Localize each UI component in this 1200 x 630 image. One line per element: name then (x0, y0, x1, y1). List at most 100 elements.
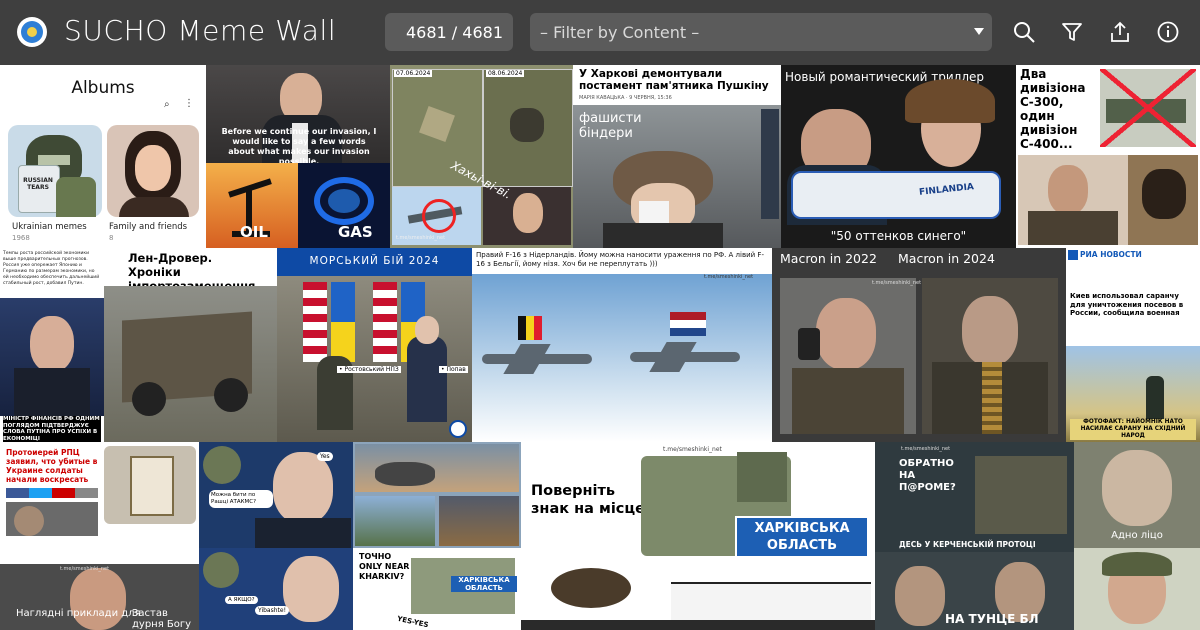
meme-tile-kharkiv-small[interactable]: ТОЧНО ONLY NEAR KHARKIV? ХАРКІВСЬКА ОБЛА… (353, 548, 521, 630)
meme-tile-sea-battle[interactable]: МОРСЬКИЙ БІЙ 2024 • Ростовський НПЗ • По… (277, 248, 472, 442)
priest-photo (6, 502, 98, 536)
meme-tile-biden-1[interactable]: Можна бити по Рашці АТАКМС? Yes (199, 442, 353, 548)
meme-tile-putin-invasion[interactable]: Before we continue our invasion, I would… (206, 65, 390, 248)
search-icon: ⌕ (164, 99, 170, 110)
meme-tile-ria-locust[interactable]: РИА НОВОСТИ Киев использовал саранчу для… (1066, 248, 1200, 442)
rpc-headline: Протоиерей РПЦ заявил, что убитые в Укра… (6, 448, 98, 484)
share-icons-row (6, 488, 98, 498)
meme-tile-kerch[interactable]: t.me/smeshinki_net ОБРАТНО НА П@РОМЕ? ДЕ… (875, 442, 1074, 630)
meme-tile-kharkiv-sign[interactable]: t.me/smeshinki_net Поверніть знак на міс… (521, 442, 875, 630)
vodka-bottle (791, 171, 1001, 219)
macron-2024-photo (922, 278, 1058, 434)
soldier-avatar (203, 446, 241, 484)
minister-caption: МІНІСТР ФІНАНСІВ РФ ОДНИМ ПОГЛЯДОМ ПІДТВ… (3, 416, 101, 442)
meme-tile-s300[interactable]: Два дивізіона С-300, один дивізіон С-400… (1016, 65, 1200, 248)
album1-name: Ukrainian memes (12, 222, 87, 232)
f16-text: Правий F-16 з Нідерландів. Йому можна на… (476, 251, 764, 268)
meme-tile-satellite-strike[interactable]: 07.06.2024 08.06.2024 Хахьі-ві-ві. t.me/… (390, 65, 573, 248)
adno-caption: Адно ліцо (1111, 530, 1163, 541)
kerch-bottom-text: НА ТУНЦЕ БЛ (945, 612, 1039, 626)
channel-watermark: t.me/smeshinki_net (60, 566, 110, 572)
hat-icon (551, 568, 631, 608)
channel-watermark: t.me/smeshinki_net (901, 446, 951, 452)
album1-count: 1968 (12, 234, 30, 242)
s300-text: Два дивізіона С-300, один дивізіон С-400… (1020, 67, 1086, 151)
filter-icon[interactable] (1060, 20, 1084, 44)
biden2-bubble-2: Yibashte! (255, 606, 289, 615)
result-count: 4681 / 4681 (385, 13, 513, 51)
sea-battle-seal (449, 420, 467, 438)
meme-tile-explosions[interactable] (353, 442, 521, 548)
creature-face (1102, 450, 1172, 526)
meme-tile-albums[interactable]: Albums ⌕ ⋮ RUSSIAN TEARS Ukrainian memes… (0, 65, 206, 248)
kharkiv-sign-small: ХАРКІВСЬКА ОБЛАСТЬ (451, 576, 517, 592)
satellite-date-2: 08.06.2024 (486, 70, 525, 77)
helmet (1102, 552, 1172, 576)
content-filter-select[interactable]: – Filter by Content – (530, 13, 992, 51)
info-icon[interactable] (1156, 20, 1180, 44)
meme-tile-f16[interactable]: Правий F-16 з Нідерландів. Йому можна на… (472, 248, 772, 442)
sucho-logo[interactable] (17, 17, 47, 47)
channel-watermark: t.me/smeshinki_net (704, 274, 754, 280)
chevron-down-icon (974, 28, 984, 35)
meme-tile-pushkin[interactable]: У Харкові демонтували постамент пам'ятни… (573, 65, 781, 248)
album-cover-ukrainian-memes: RUSSIAN TEARS (8, 125, 102, 217)
thriller-caption: "50 оттенков синего" (830, 229, 967, 243)
meme-wall-grid: Albums ⌕ ⋮ RUSSIAN TEARS Ukrainian memes… (0, 65, 1200, 630)
meme-tile-finance-minister[interactable]: Темпы роста российской экономики выше пр… (0, 248, 104, 442)
share-icon[interactable] (1108, 20, 1132, 44)
old-man-photo (1018, 155, 1128, 245)
meme-tile-thriller[interactable]: Новый романтический триллер FINLANDIA "5… (781, 65, 1016, 248)
meme-tile-biden-2[interactable]: A ЯКЩО? Yibashte! (199, 548, 353, 630)
channel-watermark: t.me/smeshinki_net (872, 280, 922, 286)
biden2-bubble-1: A ЯКЩО? (225, 596, 258, 604)
ria-photo-caption: ФОТОФАКТ: НАЙОМНІК НАТО НАСИЛАЄ САРАНУ Н… (1070, 419, 1196, 440)
rpc-caption-right: Застав дурня Богу (132, 608, 192, 630)
albums-heading: Albums (71, 78, 135, 98)
biden-face (273, 452, 333, 524)
meme-tile-lendrover[interactable]: Лен-Дровер. Хроніки імпортозамещення (104, 248, 277, 442)
kerch-mid-text: ДЕСЬ У КЕРЧЕНСЬКІЙ ПРОТОЦІ (899, 540, 1036, 549)
search-icon[interactable] (1012, 20, 1036, 44)
satellite-after (483, 69, 573, 187)
biden-face (283, 556, 339, 622)
oil-label: OIL (240, 223, 268, 241)
album2-count: 8 (109, 234, 114, 242)
gas-label: GAS (338, 223, 373, 241)
lendrover-photo (104, 286, 277, 442)
album-cover-family (107, 125, 199, 217)
zakharova-hair (905, 79, 995, 123)
sea-battle-photo (277, 276, 472, 442)
meme-tile-adno-lico[interactable]: Адно ліцо (1074, 442, 1200, 548)
kharkiv-sign-big: ХАРКІВСЬКА ОБЛАСТЬ (735, 516, 869, 558)
minister-top-text: Темпы роста российской экономики выше пр… (3, 251, 100, 286)
sea-battle-tag-1: • Ростовський НПЗ (337, 366, 401, 373)
logo-emblem (21, 21, 43, 43)
biden1-bubble-2: Yes (317, 452, 333, 461)
more-vert-icon: ⋮ (184, 98, 194, 109)
macron-2022-photo (780, 278, 916, 434)
thriller-headline: Новый романтический триллер (785, 70, 985, 84)
ria-brand: РИА НОВОСТИ (1080, 250, 1142, 259)
top-bar: SUCHO Meme Wall 4681 / 4681 – Filter by … (0, 0, 1200, 65)
minister-photo (0, 298, 104, 416)
channel-watermark: t.me/smeshinki_net (663, 446, 722, 453)
sea-battle-tag-2: • Попав (439, 366, 468, 373)
channel-watermark: t.me/smeshinki_net (396, 235, 446, 241)
satellite-date-1: 07.06.2024 (394, 70, 433, 77)
meme-tile-soldier[interactable] (1074, 548, 1200, 630)
rpc-caption-left: Наглядні приклади для (16, 608, 141, 619)
meme-tile-rpc[interactable]: Протоиерей РПЦ заявил, что убитые в Укра… (0, 442, 199, 630)
sea-battle-title: МОРСЬКИЙ БІЙ 2024 (309, 255, 440, 267)
pushkin-headline: У Харкові демонтували постамент пам'ятни… (579, 68, 769, 92)
biden1-bubble-1: Можна бити по Рашці АТАКМС? (209, 490, 273, 508)
app-title: SUCHO Meme Wall (64, 14, 337, 47)
soldier-avatar (203, 552, 239, 588)
russian-tears-label: RUSSIAN TEARS (23, 177, 53, 191)
rpc-icon-photo (104, 446, 196, 524)
meme-tile-macron[interactable]: Macron in 2022 Macron in 2024 t.me/smesh… (772, 248, 1066, 442)
filter-placeholder: – Filter by Content – (540, 22, 700, 42)
ria-logo-icon (1068, 250, 1078, 260)
f16-photo (472, 274, 772, 442)
macron-right-label: Macron in 2024 (898, 251, 995, 266)
